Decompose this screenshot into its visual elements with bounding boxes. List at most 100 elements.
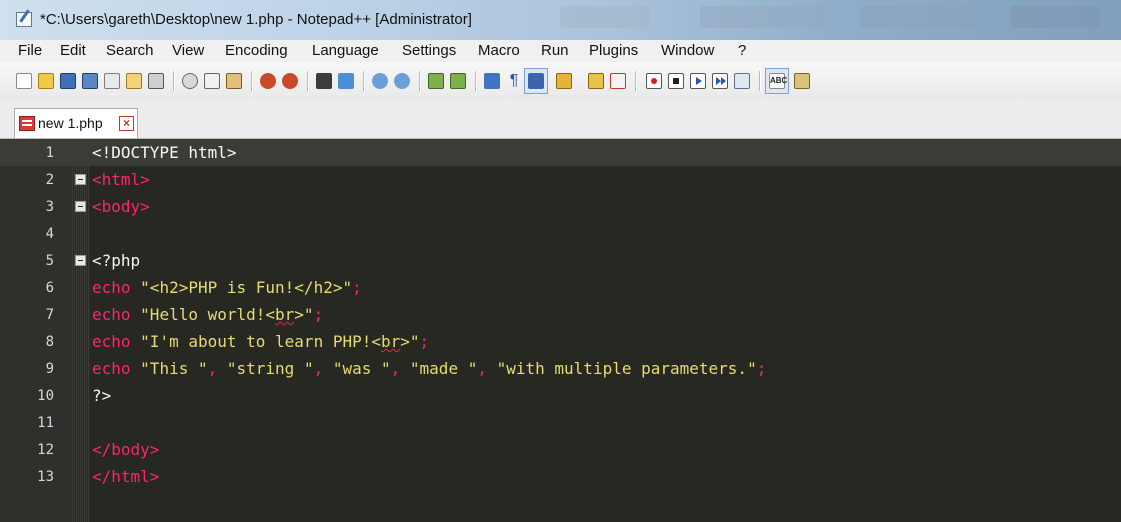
fold-collapse-icon[interactable] (75, 174, 86, 185)
zoom-out-icon[interactable] (392, 71, 412, 91)
code-token: ?> (92, 386, 112, 405)
code-token: echo (92, 305, 141, 324)
code-token: , (313, 359, 333, 378)
save-all-icon[interactable] (80, 71, 100, 91)
line-number: 1 (45, 145, 54, 161)
notepad-app-icon[interactable] (16, 12, 32, 27)
fold-collapse-icon[interactable] (75, 201, 86, 212)
code-line[interactable]: 11 (0, 409, 1121, 436)
menu-language[interactable]: Language (312, 42, 379, 59)
copy-icon[interactable] (202, 71, 222, 91)
code-token: "string " (226, 359, 314, 378)
menu-view[interactable]: View (172, 42, 204, 59)
code-line[interactable]: 10 ?> (0, 382, 1121, 409)
line-number: 11 (37, 415, 54, 431)
line-number: 4 (45, 226, 54, 242)
spell-check-options-icon[interactable] (792, 71, 812, 91)
menu-help[interactable]: ? (738, 42, 746, 59)
undo-icon[interactable] (258, 71, 278, 91)
close-all-icon[interactable] (124, 71, 144, 91)
unsaved-file-icon (19, 116, 35, 131)
function-list-icon[interactable] (608, 71, 628, 91)
title-bar[interactable]: *C:\Users\gareth\Desktop\new 1.php - Not… (0, 0, 1121, 40)
menu-macro[interactable]: Macro (478, 42, 520, 59)
toolbar-separator (307, 71, 309, 91)
code-token: br (381, 332, 401, 351)
new-file-icon[interactable] (14, 71, 34, 91)
save-icon[interactable] (58, 71, 78, 91)
menu-file[interactable]: File (18, 42, 42, 59)
code-text: echo "I'm about to learn PHP!<br>"; (92, 332, 429, 351)
code-token: ; (352, 278, 362, 297)
save-macro-icon[interactable] (732, 71, 752, 91)
doc-map-icon[interactable] (586, 71, 606, 91)
code-line[interactable]: 8 echo "I'm about to learn PHP!<br>"; (0, 328, 1121, 355)
menu-window[interactable]: Window (661, 42, 714, 59)
menu-bar: File Edit Search View Encoding Language … (0, 40, 1121, 63)
blurred-taskbar-chunk (560, 6, 650, 28)
code-text: echo "Hello world!<br>"; (92, 305, 323, 324)
menu-run[interactable]: Run (541, 42, 569, 59)
tab-close-icon[interactable]: × (119, 116, 134, 131)
sync-horizontal-icon[interactable] (448, 71, 468, 91)
line-number: 12 (37, 442, 54, 458)
cut-icon[interactable] (180, 71, 200, 91)
menu-settings[interactable]: Settings (402, 42, 456, 59)
code-line[interactable]: 12 </body> (0, 436, 1121, 463)
code-line[interactable]: 1 <!DOCTYPE html> (0, 139, 1121, 166)
replace-icon[interactable] (336, 71, 356, 91)
code-line[interactable]: 5 <?php (0, 247, 1121, 274)
code-token: <?php (92, 251, 141, 270)
toolbar-separator (475, 71, 477, 91)
code-line[interactable]: 2 <html> (0, 166, 1121, 193)
code-line[interactable]: 4 (0, 220, 1121, 247)
code-token: ; (313, 305, 324, 324)
paste-icon[interactable] (224, 71, 244, 91)
menu-plugins[interactable]: Plugins (589, 42, 638, 59)
code-editor[interactable]: 1 <!DOCTYPE html> 2 <html> 3 <body> 4 5 <?php 6 ec… (0, 139, 1121, 522)
code-line[interactable]: 6 echo "<h2>PHP is Fun!</h2>"; (0, 274, 1121, 301)
code-line[interactable]: 9 echo "This ", "string ", "was ", "made … (0, 355, 1121, 382)
code-line[interactable]: 13 </html> (0, 463, 1121, 490)
code-line[interactable]: 7 echo "Hello world!<br>"; (0, 301, 1121, 328)
toolbar-separator (251, 71, 253, 91)
spell-check-icon[interactable]: ABC (765, 68, 789, 94)
menu-encoding[interactable]: Encoding (225, 42, 288, 59)
line-number: 9 (45, 361, 54, 377)
code-token: "I'm about to learn PHP!< (140, 332, 381, 351)
tab-label: new 1.php (38, 115, 103, 131)
code-line[interactable]: 3 <body> (0, 193, 1121, 220)
blurred-taskbar-chunk (1010, 6, 1100, 28)
open-file-icon[interactable] (36, 71, 56, 91)
line-number: 8 (45, 334, 54, 350)
code-text: </body> (92, 440, 159, 459)
play-macro-icon[interactable] (688, 71, 708, 91)
toolbar-separator (363, 71, 365, 91)
tab-bar: new 1.php × (0, 100, 1121, 139)
blurred-taskbar-chunk (700, 6, 830, 28)
run-macro-multiple-icon[interactable] (710, 71, 730, 91)
find-icon[interactable] (314, 71, 334, 91)
word-wrap-icon[interactable] (482, 71, 502, 91)
code-token: <html> (92, 170, 150, 189)
line-number: 13 (37, 469, 54, 485)
fold-collapse-icon[interactable] (75, 255, 86, 266)
zoom-in-icon[interactable] (370, 71, 390, 91)
code-token: , (477, 359, 497, 378)
menu-edit[interactable]: Edit (60, 42, 86, 59)
close-icon[interactable] (102, 71, 122, 91)
menu-search[interactable]: Search (106, 42, 154, 59)
tab-new-1-php[interactable]: new 1.php × (14, 108, 138, 138)
indent-guide-icon[interactable] (524, 68, 548, 94)
code-token: </body> (92, 440, 160, 459)
redo-icon[interactable] (280, 71, 300, 91)
print-icon[interactable] (146, 71, 166, 91)
code-token: ; (756, 359, 767, 378)
show-all-characters-icon[interactable]: ¶ (504, 71, 524, 91)
sync-vertical-icon[interactable] (426, 71, 446, 91)
code-text: </html> (92, 467, 159, 486)
stop-record-icon[interactable] (666, 71, 686, 91)
record-macro-icon[interactable] (644, 71, 664, 91)
code-token: "was " (332, 359, 391, 378)
user-defined-language-icon[interactable] (554, 71, 574, 91)
